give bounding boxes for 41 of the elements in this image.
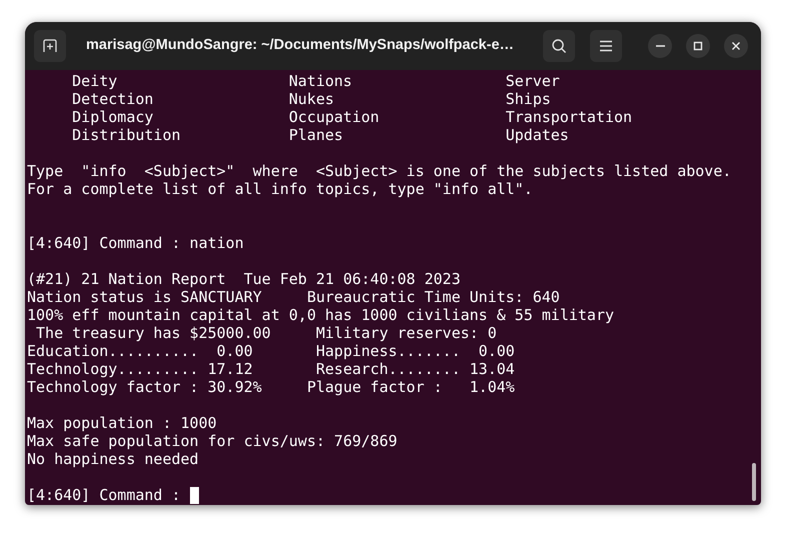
topic-text: Distribution [72, 126, 182, 144]
minimize-icon [656, 45, 664, 47]
menu-button[interactable] [590, 30, 622, 62]
terminal-line: Technology factor : 30.92% Plague factor : 1.04% [27, 378, 515, 396]
window-title: marisag@MundoSangre: ~/Documents/MySnaps/wolfpack-e… [86, 36, 515, 56]
text-cursor [190, 486, 199, 504]
maximize-button[interactable] [686, 34, 710, 58]
topic-text: Diplomacy [72, 108, 154, 126]
close-button[interactable] [724, 34, 748, 58]
topic-text: Detection [72, 90, 154, 108]
terminal-line: Technology......... 17.12 Research........ 13.04 [27, 360, 515, 378]
search-button[interactable] [543, 30, 575, 62]
terminal-line: Type "info <Subject>" where <Subject> is one of the subjects listed above. [27, 162, 732, 180]
menu-icon [599, 40, 613, 52]
maximize-icon [693, 41, 703, 51]
new-tab-icon [42, 38, 58, 54]
scrollbar-thumb [752, 463, 756, 501]
topic-text: Deity [72, 72, 118, 90]
terminal-line: Max safe population for civs/uws: 769/869 [27, 432, 398, 450]
search-icon [551, 38, 567, 54]
close-icon [731, 41, 741, 51]
terminal-line: Nation status is SANCTUARY Bureaucratic Time Units: 640 [27, 288, 560, 306]
topic-text: Ships [506, 90, 552, 108]
terminal-line: Max population : 1000 [27, 414, 217, 432]
command-prompt: [4:640] Command : [27, 486, 181, 504]
terminal-line: The treasury has $25000.00 Military reserves: 0 [35, 324, 497, 342]
topic-text: Occupation [288, 108, 380, 126]
new-tab-button[interactable] [34, 30, 66, 62]
terminal-line: No happiness needed [27, 450, 199, 468]
terminal-line: 100% eff mountain capital at 0,0 has 1000 civilians & 55 military [27, 306, 614, 324]
minimize-button[interactable] [648, 34, 672, 58]
topic-text: Transportation [506, 108, 634, 126]
topic-text: Updates [506, 126, 570, 144]
terminal-line: Education.......... 0.00 Happiness....... 0.00 [27, 342, 515, 360]
terminal-line: [4:640] Command : nation [27, 234, 244, 252]
topic-text: Server [506, 72, 561, 90]
terminal-line: For a complete list of all info topics, type "info all". [27, 180, 533, 198]
topic-text: Nations [288, 72, 354, 90]
topic-text: Planes [288, 126, 344, 144]
topic-text: Nukes [288, 90, 336, 108]
terminal-line: (#21) 21 Nation Report Tue Feb 21 06:40:08 2023 [27, 270, 460, 288]
